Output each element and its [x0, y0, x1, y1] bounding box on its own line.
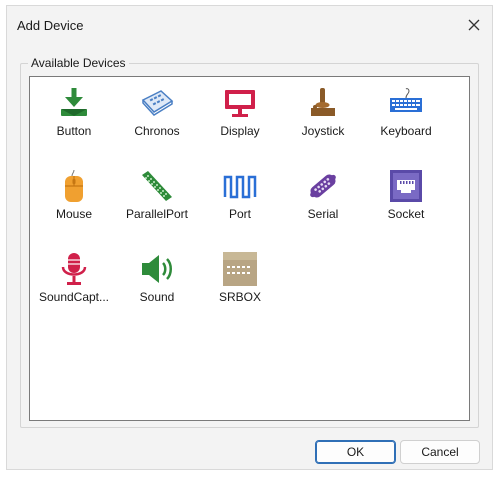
device-label: Socket [387, 207, 425, 221]
cancel-button[interactable]: Cancel [400, 440, 480, 464]
device-item-chronos[interactable]: Chronos [115, 80, 199, 150]
device-item-soundcapture[interactable]: SoundCapt... [32, 246, 116, 316]
dialog-title: Add Device [17, 18, 84, 33]
device-label: Port [228, 207, 251, 221]
sound-capture-icon [61, 253, 87, 285]
mouse-icon [65, 169, 83, 202]
device-label: Serial [307, 207, 339, 221]
device-item-serial[interactable]: Serial [281, 163, 365, 233]
device-item-parallelport[interactable]: ParallelPort [115, 163, 199, 233]
close-icon [468, 19, 480, 31]
srbox-icon [223, 252, 257, 286]
sound-icon [142, 255, 172, 283]
device-item-sound[interactable]: Sound [115, 246, 199, 316]
device-item-joystick[interactable]: Joystick [281, 80, 365, 150]
button-icon [61, 88, 87, 116]
device-label: SRBOX [218, 290, 261, 304]
available-devices-group: Available Devices Button Chronos Display… [20, 56, 479, 428]
device-label: Keyboard [380, 124, 432, 138]
device-label: SoundCapt... [38, 290, 110, 304]
keyboard-icon [390, 88, 422, 112]
joystick-icon [311, 88, 335, 116]
device-item-button[interactable]: Button [32, 80, 116, 150]
device-item-port[interactable]: Port [198, 163, 282, 233]
device-list[interactable]: Button Chronos Display Joystick Keyboard… [29, 76, 470, 421]
display-icon [225, 90, 255, 117]
device-item-srbox[interactable]: SRBOX [198, 246, 282, 316]
device-label: Button [56, 124, 92, 138]
device-label: Joystick [301, 124, 345, 138]
device-label: Chronos [134, 124, 180, 138]
device-label: Display [220, 124, 260, 138]
device-label: Mouse [55, 207, 93, 221]
device-label: Sound [139, 290, 175, 304]
ok-button[interactable]: OK [315, 440, 396, 464]
device-item-keyboard[interactable]: Keyboard [364, 80, 448, 150]
device-item-display[interactable]: Display [198, 80, 282, 150]
port-icon [223, 175, 257, 199]
parallel-port-icon [142, 171, 172, 201]
close-button[interactable] [460, 12, 488, 38]
device-label: ParallelPort [125, 207, 189, 221]
add-device-dialog: Add Device Available Devices Button Chro… [6, 5, 493, 470]
device-item-mouse[interactable]: Mouse [32, 163, 116, 233]
device-item-socket[interactable]: Socket [364, 163, 448, 233]
socket-icon [390, 170, 422, 202]
serial-icon [310, 174, 336, 198]
chronos-icon [141, 90, 174, 116]
group-label: Available Devices [28, 56, 129, 71]
title-bar: Add Device [7, 6, 492, 44]
